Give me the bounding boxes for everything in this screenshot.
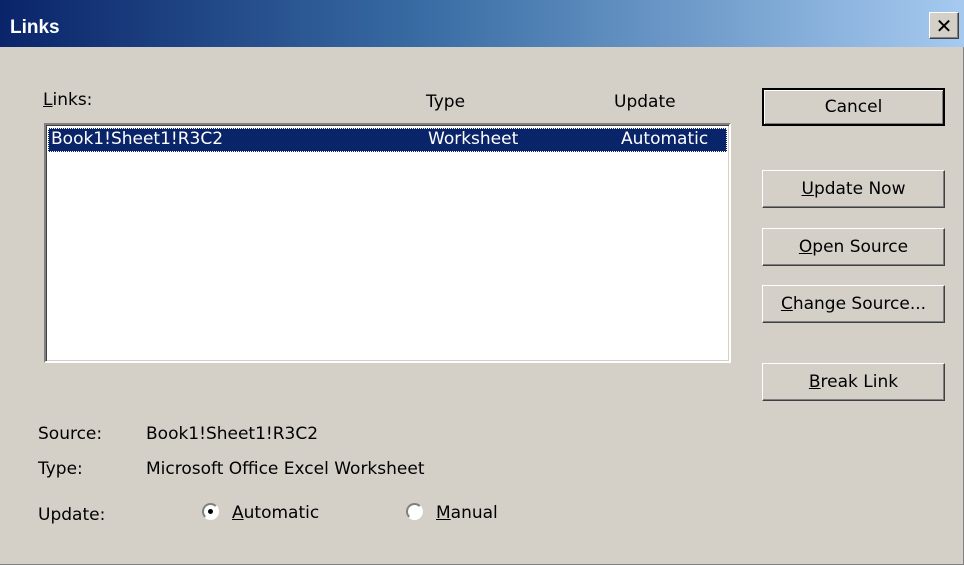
change-source-label: Change Source... xyxy=(780,294,927,314)
list-item[interactable]: Book1!Sheet1!R3C2 Worksheet Automatic xyxy=(48,128,727,152)
type-label: Type: xyxy=(38,459,83,479)
cancel-button-label: Cancel xyxy=(824,97,883,117)
type-value: Microsoft Office Excel Worksheet xyxy=(146,459,425,479)
manual-radio-button[interactable] xyxy=(406,503,423,520)
column-header-update: Update xyxy=(614,92,676,112)
change-source-button[interactable]: Change Source... xyxy=(762,285,945,323)
break-link-label: Break Link xyxy=(808,372,899,392)
link-type: Worksheet xyxy=(428,129,519,149)
source-value: Book1!Sheet1!R3C2 xyxy=(146,424,319,444)
link-name: Book1!Sheet1!R3C2 xyxy=(51,129,224,149)
break-link-button[interactable]: Break Link xyxy=(762,363,945,401)
open-source-button[interactable]: Open Source xyxy=(762,228,945,266)
close-icon: ✕ xyxy=(935,13,953,38)
automatic-radio-label: Automatic xyxy=(232,503,320,523)
radio-selected-dot xyxy=(208,509,213,514)
cancel-button[interactable]: Cancel xyxy=(762,88,945,126)
manual-radio-label: Manual xyxy=(436,503,498,523)
automatic-radio-button[interactable] xyxy=(202,503,219,520)
links-listbox[interactable]: Book1!Sheet1!R3C2 Worksheet Automatic xyxy=(44,123,731,363)
column-header-type: Type xyxy=(426,92,466,112)
manual-radio[interactable]: Manual xyxy=(406,501,516,527)
source-label: Source: xyxy=(38,424,103,444)
automatic-radio[interactable]: Automatic xyxy=(202,501,332,527)
links-dialog: Links ✕ Links: Type Update Book1!Sheet1!… xyxy=(0,0,964,565)
link-update-mode: Automatic xyxy=(621,129,709,149)
open-source-label: Open Source xyxy=(798,237,909,257)
window-title: Links xyxy=(10,17,60,38)
update-label: Update: xyxy=(38,505,106,525)
update-now-label: Update Now xyxy=(801,179,906,199)
close-button[interactable]: ✕ xyxy=(929,12,959,39)
title-bar[interactable]: Links ✕ xyxy=(0,0,964,47)
links-list-label: Links: xyxy=(43,90,93,110)
update-now-button[interactable]: Update Now xyxy=(762,170,945,208)
